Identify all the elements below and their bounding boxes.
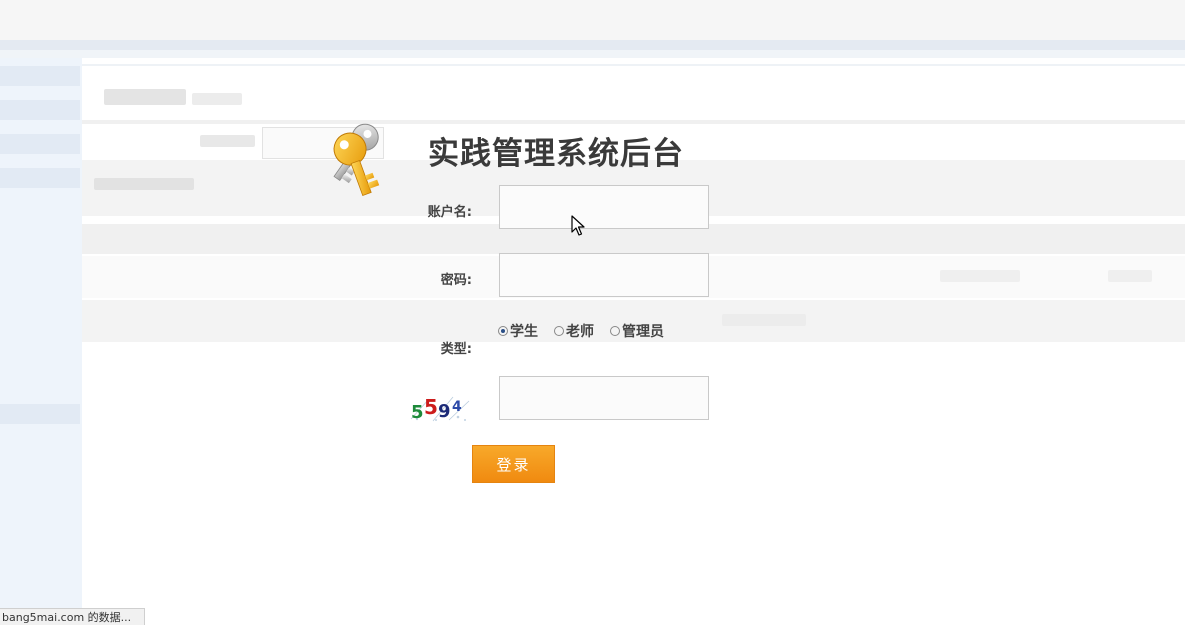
- captcha-char: 4: [452, 399, 462, 415]
- background-sidebar-item: [0, 168, 80, 188]
- background-cell: [722, 314, 806, 326]
- background-header: [0, 0, 1185, 40]
- captcha-image[interactable]: 5 5 9 4: [409, 393, 471, 423]
- user-type-label: 类型:: [440, 342, 472, 357]
- password-label: 密码:: [440, 273, 472, 288]
- page-title: 实践管理系统后台: [428, 136, 684, 172]
- background-subheading: [192, 93, 242, 105]
- captcha-char: 9: [438, 401, 451, 422]
- user-type-admin-radio[interactable]: 管理员: [610, 321, 664, 341]
- radio-unchecked-icon: [554, 326, 564, 336]
- password-field[interactable]: [499, 253, 709, 297]
- radio-unchecked-icon: [610, 326, 620, 336]
- user-type-student-radio[interactable]: 学生: [498, 321, 538, 341]
- background-sidebar: [0, 58, 82, 625]
- background-cell: [940, 270, 1020, 282]
- login-button[interactable]: 登录: [472, 445, 555, 483]
- background-cell: [1108, 270, 1152, 282]
- background-sidebar-item: [0, 404, 80, 424]
- background-sidebar-item: [0, 100, 80, 120]
- background-sidebar-item: [0, 66, 80, 86]
- background-heading: [104, 89, 186, 105]
- background-header-rule: [0, 40, 1185, 50]
- browser-status-bar: bang5mai.com 的数据...: [0, 608, 145, 625]
- key-icon: [333, 123, 380, 197]
- captcha-field[interactable]: [499, 376, 709, 420]
- username-label: 账户名:: [427, 205, 472, 220]
- user-type-teacher-label: 老师: [566, 324, 594, 340]
- user-type-student-label: 学生: [510, 324, 538, 340]
- user-type-teacher-radio[interactable]: 老师: [554, 321, 594, 341]
- background-main-border: [82, 64, 1185, 66]
- user-type-admin-label: 管理员: [622, 324, 664, 340]
- captcha-char: 5: [424, 395, 438, 419]
- background-toolbar-text: [94, 178, 194, 190]
- background-filter-label: [200, 135, 255, 147]
- background-sidebar-item: [0, 134, 80, 154]
- user-type-radio-group: 学生 老师 管理员: [498, 322, 680, 340]
- captcha-char: 5: [411, 402, 424, 423]
- mouse-cursor-icon: [571, 215, 585, 236]
- background-rule: [82, 120, 1185, 124]
- username-field[interactable]: [499, 185, 709, 229]
- radio-checked-icon: [498, 326, 508, 336]
- background-header-rule-2: [0, 50, 1185, 58]
